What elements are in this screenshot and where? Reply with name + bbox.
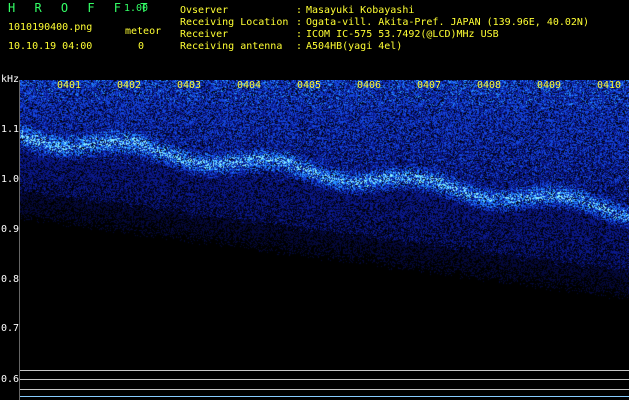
spectrogram-canvas — [20, 80, 629, 400]
y-tick-label: 0.8 — [1, 274, 20, 285]
file-name: 1010190400.png — [8, 22, 93, 33]
y-axis-line — [19, 80, 20, 400]
x-tick-label: 0402 — [117, 80, 142, 91]
receiver-colon: : — [296, 29, 303, 40]
antenna-label: Receiving antenna — [180, 41, 283, 52]
y-tick-label: 1.0 — [1, 174, 20, 185]
location-label: Receiving Location — [180, 17, 289, 28]
x-tick-label: 0410 — [597, 80, 622, 91]
observer-colon: : — [296, 5, 303, 16]
reference-line — [20, 379, 629, 380]
axis-unit-label: kHz — [1, 74, 20, 85]
x-tick-label: 0409 — [537, 80, 562, 91]
y-tick-label: 1.1 — [1, 124, 20, 135]
antenna-colon: : — [296, 41, 303, 52]
app-version: 1.00 — [124, 3, 149, 14]
reference-line — [20, 389, 629, 390]
meteor-label: meteor — [125, 26, 162, 37]
observation-datetime: 10.10.19 04:00 — [8, 41, 93, 52]
location-value: Ogata-vill. Akita-Pref. JAPAN (139.96E, … — [306, 17, 589, 28]
x-tick-label: 0405 — [297, 80, 322, 91]
hrofft-window: H R O F F T 1.00 1010190400.png meteor 1… — [0, 0, 629, 400]
y-tick-label: 0.6 — [1, 374, 20, 385]
x-tick-label: 0401 — [57, 80, 82, 91]
x-tick-label: 0403 — [177, 80, 202, 91]
x-tick-label: 0406 — [357, 80, 382, 91]
reference-line — [20, 370, 629, 371]
observer-label: Ovserver — [180, 5, 229, 16]
x-tick-label: 0408 — [477, 80, 502, 91]
x-tick-label: 0404 — [237, 80, 262, 91]
observer-value: Masayuki Kobayashi — [306, 5, 415, 16]
receiver-value: ICOM IC-575 53.7492(@LCD)MHz USB — [306, 29, 499, 40]
location-colon: : — [296, 17, 303, 28]
y-tick-label: 0.9 — [1, 224, 20, 235]
antenna-value: A504HB(yagi 4el) — [306, 41, 403, 52]
x-tick-label: 0407 — [417, 80, 442, 91]
meteor-count: 0 — [138, 41, 145, 52]
y-tick-label: 0.7 — [1, 323, 20, 334]
receiver-label: Receiver — [180, 29, 229, 40]
reference-line — [20, 396, 629, 397]
